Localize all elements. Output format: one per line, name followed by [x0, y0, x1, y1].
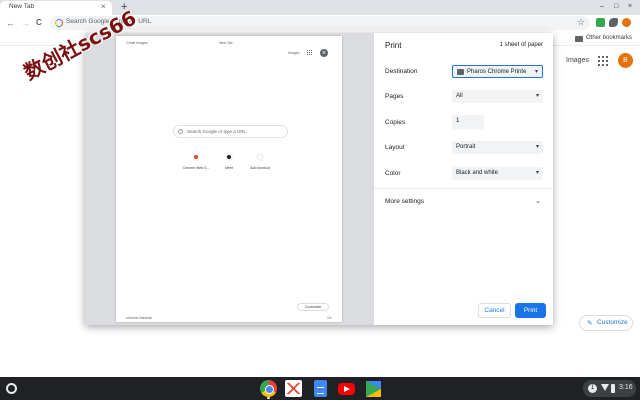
- meet-icon: [225, 153, 233, 161]
- chrome-app-icon[interactable]: [260, 380, 277, 397]
- add-shortcut-icon: [256, 153, 264, 161]
- chevron-down-icon: ▾: [535, 93, 539, 99]
- google-icon: [55, 19, 63, 27]
- launcher-icon[interactable]: [6, 383, 17, 394]
- preview-header-left: Gmail Images: [126, 41, 148, 45]
- status-tray[interactable]: 1 3:16: [583, 380, 636, 397]
- notification-badge: 1: [588, 384, 597, 393]
- print-preview-area: Gmail Images New Tab Images B Search Goo…: [85, 33, 374, 325]
- preview-header-center: New Tab: [219, 41, 233, 45]
- preview-search-box: Search Google or type a URL: [173, 125, 288, 138]
- maximize-icon[interactable]: □: [614, 2, 618, 12]
- preview-customize: Customize: [297, 303, 329, 311]
- shortcut-label: Meet: [225, 166, 233, 170]
- pencil-icon: ✎: [587, 320, 593, 327]
- sheet-count: 1 sheet of paper: [499, 42, 543, 48]
- extension-icon[interactable]: [596, 18, 605, 27]
- preview-footer-page: 1/1: [327, 316, 332, 320]
- play-store-icon[interactable]: [366, 381, 381, 397]
- shortcut-label: Add shortcut: [250, 166, 270, 170]
- print-dialog: Gmail Images New Tab Images B Search Goo…: [85, 33, 553, 325]
- destination-select[interactable]: Pharos Chrome Printe ▾: [452, 65, 543, 78]
- preview-shortcut: Meet: [215, 153, 243, 170]
- chevron-down-icon: ▾: [534, 69, 538, 75]
- search-icon: [178, 129, 183, 134]
- youtube-app-icon[interactable]: [338, 383, 355, 395]
- apps-grid-icon[interactable]: [598, 56, 608, 66]
- minimize-icon[interactable]: –: [600, 2, 604, 12]
- preview-footer-url: chrome://newtab: [126, 316, 152, 320]
- cancel-button[interactable]: Cancel: [478, 303, 511, 318]
- copies-input[interactable]: 1: [452, 115, 484, 129]
- other-bookmarks[interactable]: Other bookmarks: [586, 35, 632, 41]
- tab-title: New Tab: [9, 3, 35, 10]
- preview-avatar: B: [320, 49, 328, 57]
- tab-new-tab[interactable]: New Tab ×: [0, 1, 112, 15]
- preview-apps-icon: [307, 50, 312, 55]
- chrome-web-store-icon: [192, 153, 200, 161]
- docs-app-icon[interactable]: [314, 380, 327, 397]
- color-select[interactable]: Black and white ▾: [452, 167, 543, 180]
- print-title: Print: [385, 41, 402, 50]
- window-close-icon[interactable]: ×: [628, 2, 632, 12]
- shelf: 1 3:16: [0, 377, 640, 400]
- layout-label: Layout: [385, 144, 405, 151]
- gmail-app-icon[interactable]: [285, 380, 302, 397]
- tab-strip: New Tab × + – □ ×: [0, 0, 640, 15]
- folder-icon: [575, 36, 583, 42]
- chevron-down-icon: ▾: [535, 144, 539, 150]
- printer-icon: [457, 69, 464, 75]
- print-settings-panel: Print 1 sheet of paper Destination Pharo…: [374, 33, 553, 325]
- pages-label: Pages: [385, 93, 404, 100]
- reload-icon[interactable]: C: [36, 16, 42, 30]
- more-settings[interactable]: More settings: [385, 198, 424, 205]
- destination-label: Destination: [385, 68, 418, 75]
- wifi-icon: [601, 384, 609, 391]
- divider: [374, 188, 553, 189]
- layout-value: Portrait: [456, 144, 476, 150]
- bookmark-star-icon[interactable]: ☆: [577, 17, 585, 28]
- preview-images: Images: [288, 51, 300, 55]
- color-value: Black and white: [456, 170, 499, 176]
- chevron-down-icon[interactable]: ⌄: [535, 197, 541, 205]
- preview-page: Gmail Images New Tab Images B Search Goo…: [116, 36, 342, 322]
- back-icon[interactable]: ←: [6, 16, 15, 30]
- images-link[interactable]: Images: [566, 57, 589, 64]
- layout-select[interactable]: Portrait ▾: [452, 141, 543, 154]
- copies-label: Copies: [385, 119, 406, 126]
- avatar[interactable]: B: [618, 53, 633, 68]
- preview-shortcut: Chrome Web S...: [182, 153, 210, 170]
- running-indicator: [267, 397, 270, 399]
- preview-shortcut: Add shortcut: [246, 153, 274, 170]
- puzzle-icon[interactable]: [609, 18, 618, 27]
- pages-value: All: [456, 93, 463, 99]
- battery-icon: [611, 384, 615, 393]
- customize-label: Customize: [597, 319, 628, 326]
- customize-button[interactable]: ✎ Customize: [579, 315, 633, 331]
- clock: 3:16: [619, 384, 633, 391]
- forward-icon[interactable]: →: [21, 16, 30, 30]
- copies-value: 1: [456, 118, 460, 124]
- tab-close-icon[interactable]: ×: [101, 2, 106, 12]
- profile-icon[interactable]: [622, 18, 631, 27]
- pages-select[interactable]: All ▾: [452, 90, 543, 103]
- print-button[interactable]: Print: [515, 303, 546, 318]
- preview-search-placeholder: Search Google or type a URL: [187, 129, 247, 134]
- shortcut-label: Chrome Web S...: [182, 166, 210, 170]
- chevron-down-icon: ▾: [535, 170, 539, 176]
- destination-value: Pharos Chrome Printe: [467, 69, 527, 75]
- color-label: Color: [385, 170, 401, 177]
